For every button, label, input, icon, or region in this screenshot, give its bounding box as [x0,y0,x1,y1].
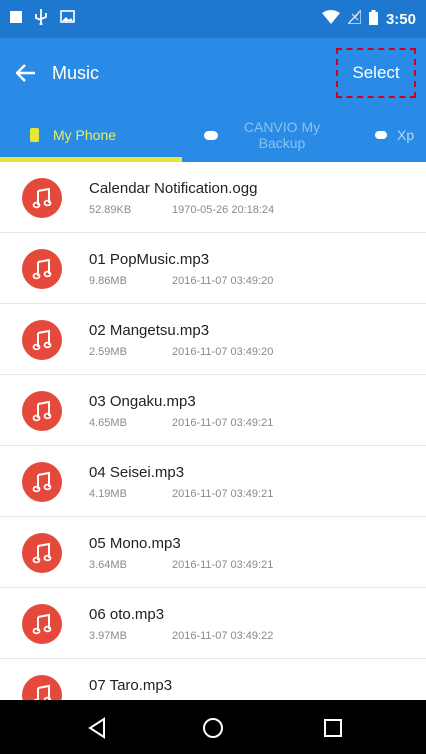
list-item[interactable]: 06 oto.mp3 3.97MB 2016-11-07 03:49:22 [0,588,426,659]
page-title: Music [52,62,100,83]
tab-label: CANVIO My Backup [243,119,321,151]
status-bar: 3:50 [0,0,426,38]
app-bar: Music Select [0,38,426,108]
file-date: 2016-11-07 03:49:21 [172,488,274,500]
tab-label: My Phone [53,127,117,143]
file-size: 4.65MB [89,417,127,429]
file-size: 2.59MB [89,346,127,358]
battery-icon [368,9,378,29]
recents-square-icon [324,719,342,737]
drive-icon [204,130,218,140]
nav-home-button[interactable] [198,713,228,743]
file-date: 2016-11-07 03:49:21 [172,417,274,429]
list-item[interactable]: 05 Mono.mp3 3.64MB 2016-11-07 03:49:21 [0,517,426,588]
nav-recents-button[interactable] [318,713,348,743]
file-name: 01 PopMusic.mp3 [89,251,210,268]
list-item[interactable]: 07 Taro.mp3 [0,659,426,700]
file-date: 1970-05-26 20:18:24 [172,204,275,216]
list-item[interactable]: Calendar Notification.ogg 52.89KB 1970-0… [0,162,426,233]
music-file-list[interactable]: Calendar Notification.ogg 52.89KB 1970-0… [0,162,426,700]
home-circle-icon [203,718,223,738]
image-icon [60,10,75,28]
notification-square-icon [10,10,22,28]
list-item[interactable]: 01 PopMusic.mp3 9.86MB 2016-11-07 03:49:… [0,233,426,304]
list-item[interactable]: 04 Seisei.mp3 4.19MB 2016-11-07 03:49:21 [0,446,426,517]
back-arrow-icon [16,64,35,82]
file-name: 04 Seisei.mp3 [89,464,185,481]
file-size: 3.97MB [89,630,127,642]
back-button[interactable] [0,38,52,108]
tab-xp[interactable]: Xp [357,108,426,162]
file-name: 02 Mangetsu.mp3 [89,322,210,339]
file-name: 07 Taro.mp3 [89,677,173,694]
storage-tabs: My Phone CANVIO My Backup Xp [0,108,426,162]
file-size: 9.86MB [89,275,127,287]
drive-icon [375,131,387,139]
status-right-icons: 3:50 [321,8,416,29]
usb-icon [34,8,48,30]
file-name: 05 Mono.mp3 [89,535,181,552]
wifi-icon [321,10,340,28]
phone-icon [30,128,39,142]
file-size: 4.19MB [89,488,127,500]
music-note-icon [22,249,62,289]
tab-canvio-my-backup[interactable]: CANVIO My Backup [182,108,357,162]
file-date: 2016-11-07 03:49:20 [172,346,274,358]
file-date: 2016-11-07 03:49:21 [172,559,274,571]
tab-label: Xp [397,127,415,143]
tab-my-phone[interactable]: My Phone [0,108,182,162]
nav-back-button[interactable] [82,713,112,743]
music-note-icon [22,533,62,573]
music-note-icon [22,462,62,502]
back-triangle-icon [88,717,105,739]
system-nav-bar [0,700,426,754]
status-time: 3:50 [385,10,416,28]
file-date: 2016-11-07 03:49:22 [172,630,274,642]
file-size: 3.64MB [89,559,127,571]
music-note-icon [22,178,62,218]
status-left-icons [10,8,75,30]
no-signal-icon [346,8,362,28]
file-name: Calendar Notification.ogg [89,180,258,197]
file-size: 52.89KB [89,204,132,216]
list-item[interactable]: 02 Mangetsu.mp3 2.59MB 2016-11-07 03:49:… [0,304,426,375]
file-date: 2016-11-07 03:49:20 [172,275,274,287]
music-note-icon [22,391,62,431]
select-button[interactable]: Select [336,48,416,98]
music-note-icon [22,604,62,644]
file-name: 03 Ongaku.mp3 [89,393,196,410]
music-note-icon [22,675,62,700]
list-item[interactable]: 03 Ongaku.mp3 4.65MB 2016-11-07 03:49:21 [0,375,426,446]
music-note-icon [22,320,62,360]
file-name: 06 oto.mp3 [89,606,165,623]
